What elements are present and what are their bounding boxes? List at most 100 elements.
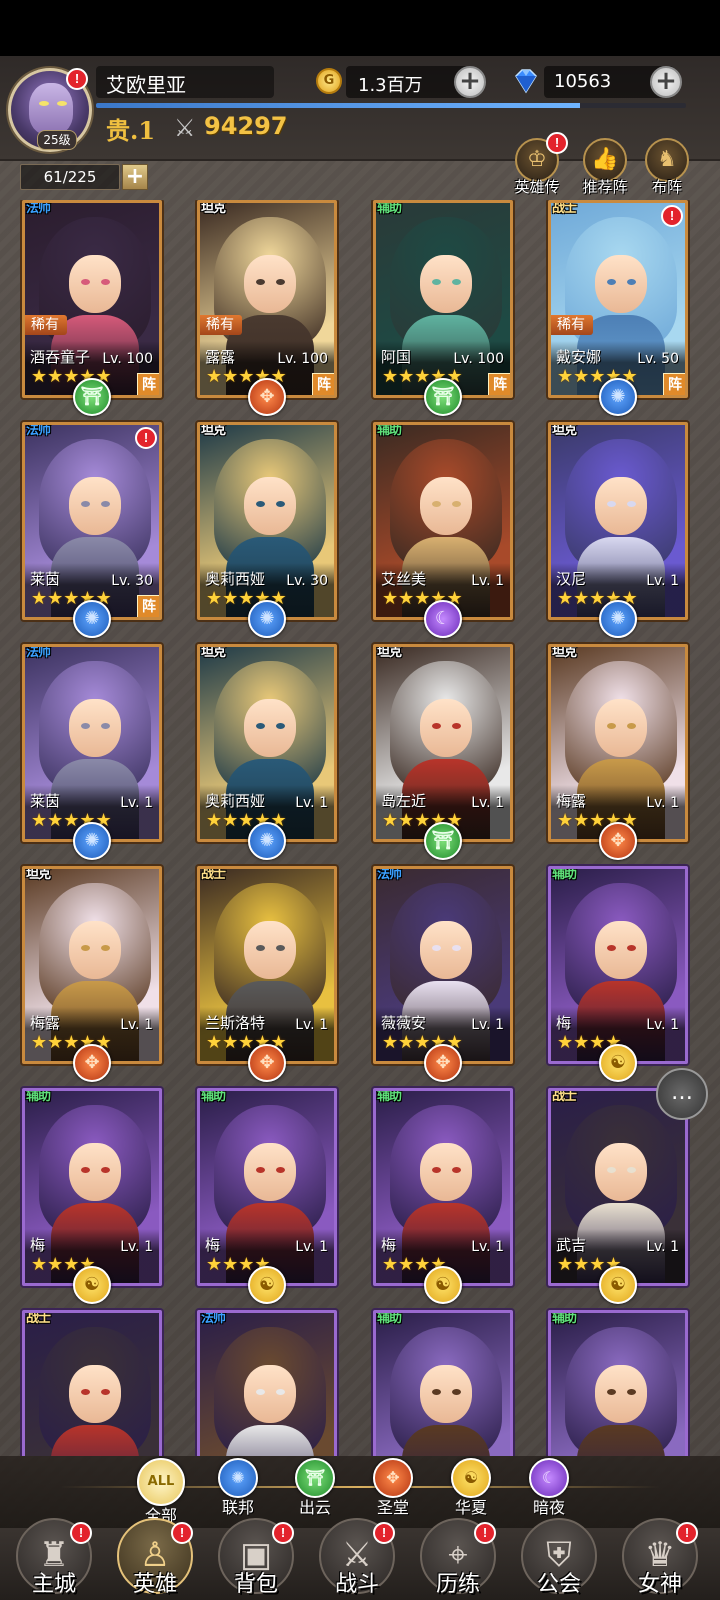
top-button-thumbs-up[interactable]: 👍 推荐阵 xyxy=(574,138,636,198)
expand-capacity-button[interactable]: + xyxy=(122,164,148,190)
hero-card[interactable]: 法师 薇薇安 Lv. 1 ★★★★★ xyxy=(373,866,513,1064)
hero-card[interactable]: 辅助 xyxy=(373,1310,513,1456)
hero-portrait-eye xyxy=(81,723,90,729)
hero-portrait-face xyxy=(69,921,121,979)
nav-castle[interactable]: ♜ 主城! xyxy=(6,1518,102,1600)
add-gold-button[interactable]: + xyxy=(454,66,486,98)
hero-card[interactable]: 坦克 梅露 Lv. 1 ★★★★★ xyxy=(22,866,162,1064)
hero-portrait-eye xyxy=(452,1389,461,1395)
combat-power-value: 94297 xyxy=(204,112,288,140)
hero-card-grid[interactable]: 法师 稀有 酒吞童子 Lv. 100 ★★★★★ 阵 ⛩ 坦克 稀有 露露 Lv. 100 ★★★★★… xyxy=(0,200,720,1456)
faction-lianbang-icon: ✺ xyxy=(73,600,111,638)
nav-goddess[interactable]: ♛ 女神! xyxy=(612,1518,708,1600)
gold-amount: 1.3百万 xyxy=(358,75,423,96)
faction-huaxia-icon: ☯ xyxy=(599,1266,637,1304)
hero-card[interactable]: 坦克 稀有 露露 Lv. 100 ★★★★★ 阵 xyxy=(197,200,337,398)
hero-card[interactable]: 辅助 xyxy=(548,1310,688,1456)
faction-huaxia-icon: ☯ xyxy=(73,1266,111,1304)
faction-shengtang-icon: ✥ xyxy=(599,822,637,860)
hero-portrait-eye xyxy=(432,501,441,507)
hero-card[interactable]: 辅助梅 Lv. 1 ★★★★ xyxy=(373,1088,513,1286)
nav-crossed-swords[interactable]: ⚔ 战斗! xyxy=(309,1518,405,1600)
nav-shield[interactable]: ⛨ 公会 xyxy=(511,1518,607,1600)
faction-lianbang-icon: ✺ xyxy=(248,600,286,638)
hero-name: 阿国 xyxy=(381,348,412,366)
formation-tag: 阵 xyxy=(137,595,159,617)
player-level-badge: 25级 xyxy=(37,130,77,150)
hero-portrait-face xyxy=(69,1143,121,1201)
nav-label: 历练 xyxy=(435,1572,480,1597)
hero-portrait-face xyxy=(595,1365,647,1423)
hero-portrait-face xyxy=(244,921,296,979)
nav-hero-hood[interactable]: ♙ 英雄! xyxy=(107,1518,203,1600)
hero-level: Lv. 1 xyxy=(295,1017,328,1033)
hero-card[interactable]: 辅助梅 Lv. 1 ★★★★ xyxy=(197,1088,337,1286)
hero-portrait-eye xyxy=(607,945,616,951)
alert-badge: ! xyxy=(661,205,683,227)
hero-card[interactable]: 坦克 奥莉西娅 Lv. 30 ★★★★★ xyxy=(197,422,337,620)
hero-portrait-eye xyxy=(627,1167,636,1173)
hero-role-tag: 辅助 xyxy=(377,423,402,438)
hero-portrait-face xyxy=(595,1143,647,1201)
add-gems-button[interactable]: + xyxy=(650,66,682,98)
formation-tag: 阵 xyxy=(663,373,685,395)
hero-level: Lv. 1 xyxy=(646,573,679,589)
hero-screen: 25级 ! 艾欧里亚 G 1.3百万 + 10563 + 贵.1 ⚔ 94297… xyxy=(0,56,720,1600)
hero-portrait-face xyxy=(420,1365,472,1423)
top-button-chess-knight[interactable]: ♞ 布阵 xyxy=(636,138,698,198)
hero-card[interactable]: 法师 xyxy=(197,1310,337,1456)
hero-role-tag: 坦克 xyxy=(201,201,226,216)
hero-role-tag: 法师 xyxy=(26,423,51,438)
hero-card[interactable]: 战士 兰斯洛特 Lv. 1 ★★★★★ xyxy=(197,866,337,1064)
hero-card[interactable]: 法师! 莱茵 Lv. 30 ★★★★★ 阵 xyxy=(22,422,162,620)
combat-power-swords-icon: ⚔ xyxy=(174,114,196,142)
hero-level: Lv. 1 xyxy=(646,1017,679,1033)
hero-card[interactable]: 坦克 汉尼 Lv. 1 ★★★★★ xyxy=(548,422,688,620)
hero-card[interactable]: 辅助梅 Lv. 1 ★★★★ xyxy=(548,866,688,1064)
hero-portrait-eye xyxy=(256,723,265,729)
hero-card[interactable]: 法师 莱茵 Lv. 1 ★★★★★ xyxy=(22,644,162,842)
hero-portrait-eye xyxy=(432,1167,441,1173)
hero-role-tag: 法师 xyxy=(377,867,402,882)
hero-portrait-eye xyxy=(432,1389,441,1395)
hero-card[interactable]: 战士 武吉 Lv. 1 ★★★★ xyxy=(548,1088,688,1286)
hero-card[interactable]: 法师 稀有 酒吞童子 Lv. 100 ★★★★★ 阵 xyxy=(22,200,162,398)
hero-card[interactable]: 坦克 奥莉西娅 Lv. 1 ★★★★★ xyxy=(197,644,337,842)
hero-card[interactable]: 辅助梅 Lv. 1 ★★★★ xyxy=(22,1088,162,1286)
hero-card[interactable]: 战士 xyxy=(22,1310,162,1456)
hero-name: 艾丝美 xyxy=(381,570,427,588)
nav-backpack[interactable]: ▣ 背包! xyxy=(208,1518,304,1600)
hero-card[interactable]: 坦克 梅露 Lv. 1 ★★★★★ xyxy=(548,644,688,842)
nav-map[interactable]: ⌖ 历练! xyxy=(410,1518,506,1600)
hero-role-tag: 法师 xyxy=(26,201,51,216)
alert-badge: ! xyxy=(272,1522,294,1544)
alert-badge: ! xyxy=(70,1522,92,1544)
hero-portrait-eye xyxy=(432,279,441,285)
hero-portrait-eye xyxy=(276,723,285,729)
nav-label: 公会 xyxy=(536,1572,581,1597)
alert-badge: ! xyxy=(171,1522,193,1544)
alert-badge: ! xyxy=(135,427,157,449)
faction-chuyun-icon: ⛩ xyxy=(424,822,462,860)
hero-portrait-eye xyxy=(627,501,636,507)
chat-bubble-icon[interactable]: … xyxy=(656,1068,708,1120)
hero-level: Lv. 1 xyxy=(295,795,328,811)
hero-role-tag: 辅助 xyxy=(377,1311,402,1326)
hero-portrait-face xyxy=(69,699,121,757)
hero-name: 戴安娜 xyxy=(556,348,602,366)
hero-card[interactable]: 战士 稀有! 戴安娜 Lv. 50 ★★★★★ 阵 xyxy=(548,200,688,398)
faction-shengtang-icon: ✥ xyxy=(373,1458,413,1498)
hero-role-tag: 法师 xyxy=(26,645,51,660)
hero-portrait-eye xyxy=(607,1389,616,1395)
hero-card[interactable]: 坦克 岛左近 Lv. 1 ★★★★★ xyxy=(373,644,513,842)
hero-card[interactable]: 辅助 阿国 Lv. 100 ★★★★★ 阵 xyxy=(373,200,513,398)
hero-card[interactable]: 辅助 艾丝美 Lv. 1 ★★★★★ xyxy=(373,422,513,620)
alert-badge: ! xyxy=(676,1522,698,1544)
top-button-crown[interactable]: ♔ 英雄传! xyxy=(506,132,568,198)
nav-label: 战斗 xyxy=(334,1572,379,1597)
hero-role-tag: 坦克 xyxy=(377,645,402,660)
hero-level: Lv. 1 xyxy=(471,795,504,811)
faction-lianbang-icon: ✺ xyxy=(73,822,111,860)
hero-portrait-eye xyxy=(101,501,110,507)
hero-name: 薇薇安 xyxy=(381,1014,427,1032)
